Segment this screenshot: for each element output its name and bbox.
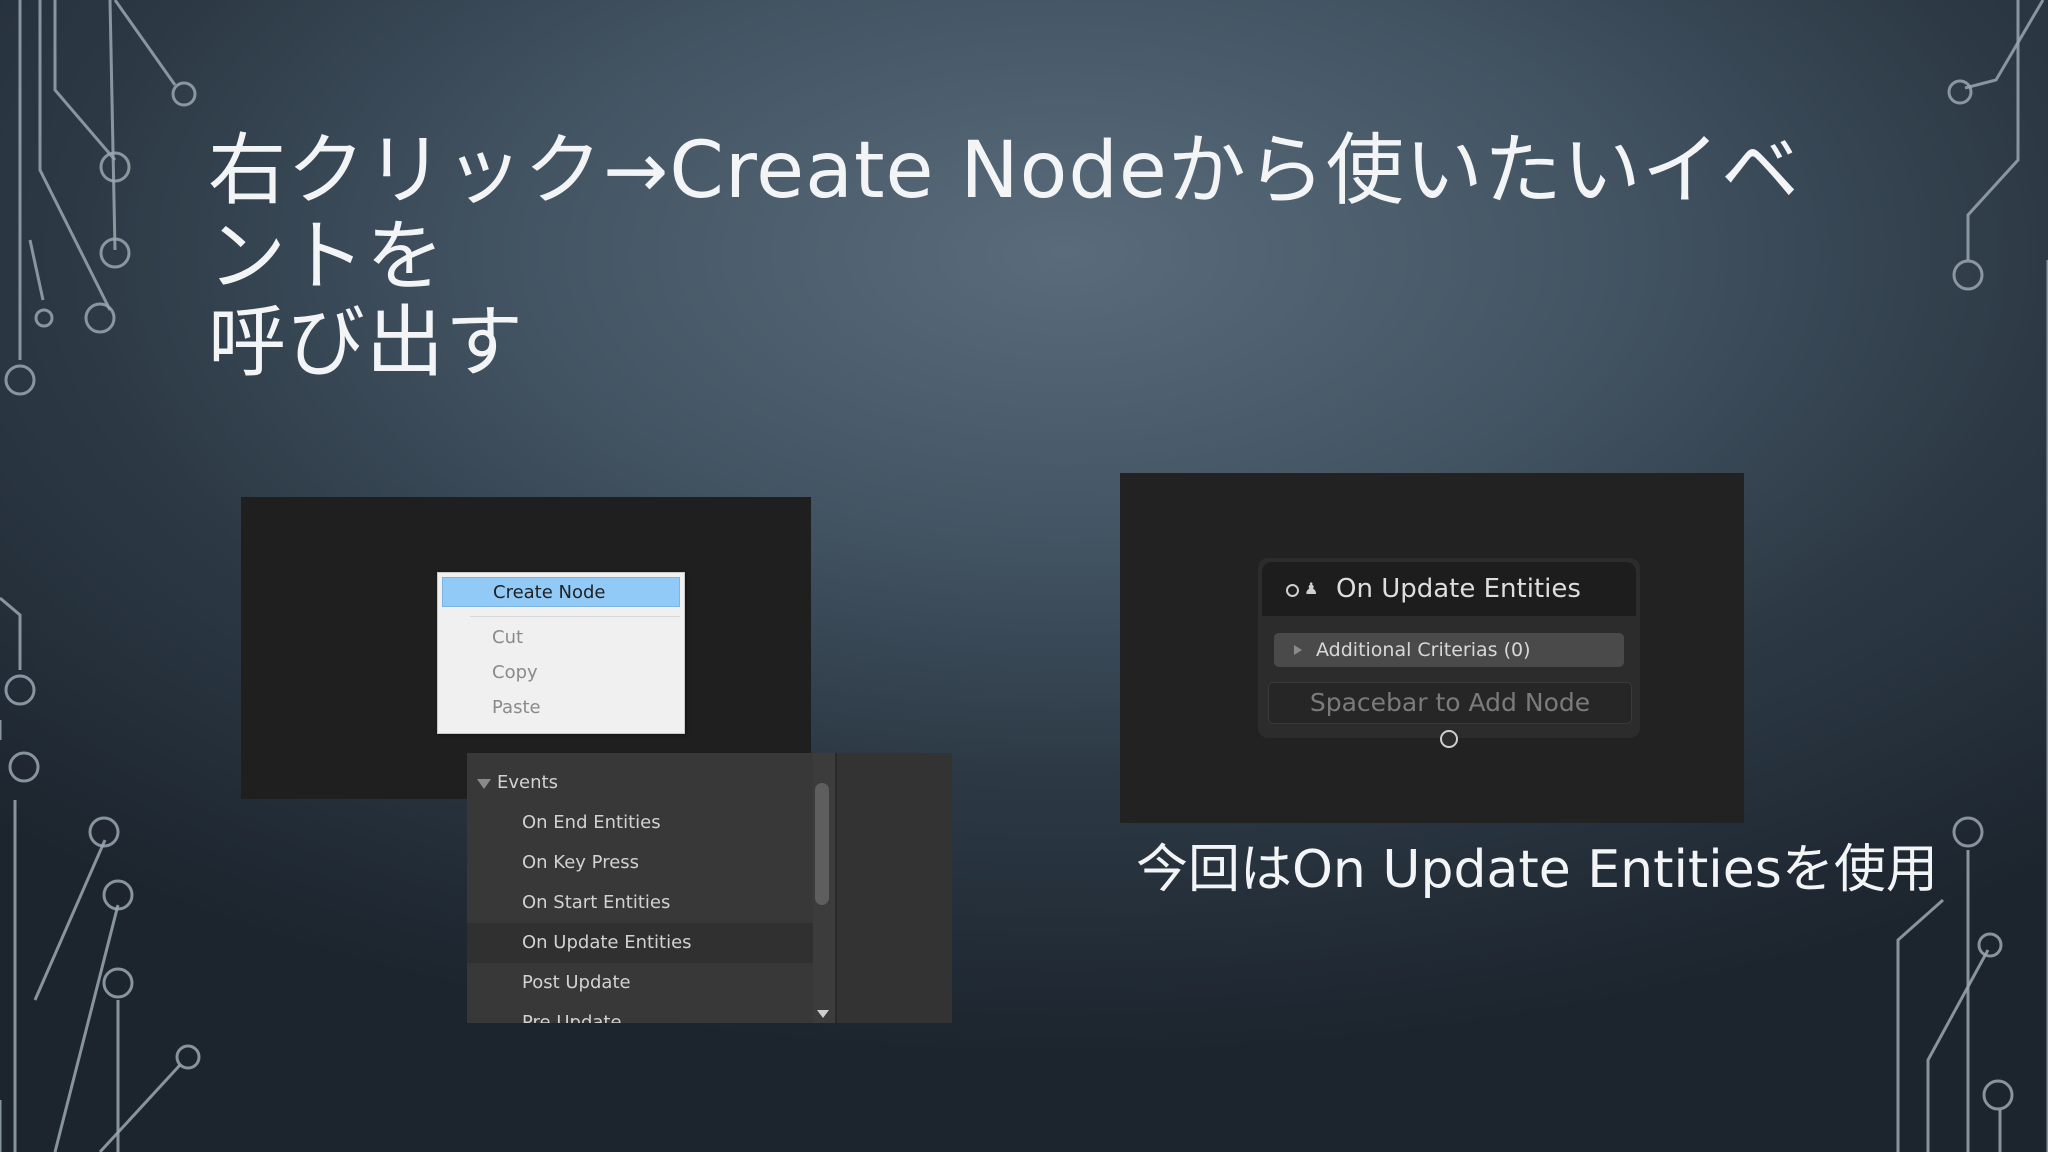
menu-item-create-node[interactable]: Create Node xyxy=(442,577,680,607)
add-node-hint[interactable]: Spacebar to Add Node xyxy=(1268,682,1632,724)
criteria-label: Additional Criterias (0) xyxy=(1316,639,1531,661)
category-events[interactable]: Events xyxy=(467,763,813,803)
event-node[interactable]: ♟ On Update Entities Additional Criteria… xyxy=(1258,558,1640,738)
node-title: On Update Entities xyxy=(1336,574,1581,604)
node-graph-screenshot: ♟ On Update Entities Additional Criteria… xyxy=(1120,473,1744,823)
menu-item-paste[interactable]: Paste xyxy=(438,693,684,723)
context-menu: Create Node Cut Copy Paste xyxy=(437,572,685,734)
circuit-decoration-left xyxy=(0,0,201,1152)
input-port-icon[interactable] xyxy=(1286,584,1299,597)
circuit-decoration-right xyxy=(1896,0,2048,1152)
list-item-on-end-entities[interactable]: On End Entities xyxy=(467,803,813,843)
event-flag-icon: ♟ xyxy=(1304,579,1319,598)
node-search-list: Events On End Entities On Key Press On S… xyxy=(467,753,952,1023)
list-item-on-update-entities[interactable]: On Update Entities xyxy=(467,923,813,963)
list-item-on-start-entities[interactable]: On Start Entities xyxy=(467,883,813,923)
slide-caption: 今回はOn Update Entitiesを使用 xyxy=(1136,840,1938,900)
list-item-on-key-press[interactable]: On Key Press xyxy=(467,843,813,883)
node-header[interactable]: ♟ On Update Entities xyxy=(1262,562,1636,616)
scrollbar-thumb[interactable] xyxy=(815,783,829,905)
slide-title: 右クリック→Create Nodeから使いたいイベントを 呼び出す xyxy=(208,128,1848,386)
expand-arrow-icon xyxy=(1294,645,1302,655)
additional-criterias-foldout[interactable]: Additional Criterias (0) xyxy=(1274,633,1624,667)
output-port-icon[interactable] xyxy=(1440,730,1458,748)
list-item-pre-update[interactable]: Pre Update xyxy=(467,1003,813,1023)
expand-triangle-icon xyxy=(477,779,491,789)
menu-item-cut[interactable]: Cut xyxy=(438,623,684,653)
list-side-panel xyxy=(835,753,952,1023)
category-label: Events xyxy=(497,772,558,793)
menu-item-copy[interactable]: Copy xyxy=(438,658,684,688)
title-line-2: 呼び出す xyxy=(208,298,525,388)
list-item-post-update[interactable]: Post Update xyxy=(467,963,813,1003)
scroll-down-arrow-icon[interactable] xyxy=(817,1010,829,1018)
menu-separator xyxy=(470,616,680,617)
title-line-1: 右クリック→Create Nodeから使いたいイベントを xyxy=(208,126,1800,302)
